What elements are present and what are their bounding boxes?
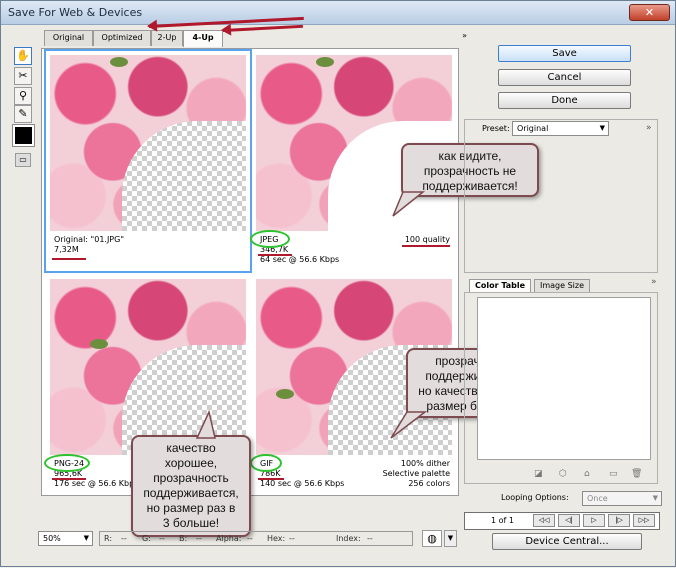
eyedropper-tool-icon[interactable]: ✎ — [14, 105, 32, 123]
panel-menu-icon[interactable]: » — [646, 123, 652, 133]
b-value: -- — [196, 534, 202, 543]
chevron-down-icon[interactable]: ▼ — [444, 530, 457, 547]
browser-preview-icon[interactable]: ◍ — [422, 530, 442, 547]
hand-tool-icon[interactable]: ✋ — [14, 47, 32, 65]
last-frame-button[interactable]: ▷▷ — [633, 514, 655, 527]
annotation-underline — [402, 245, 450, 247]
color-table-swatches[interactable] — [477, 297, 651, 460]
next-frame-button[interactable]: |▷ — [608, 514, 630, 527]
tab-color-table[interactable]: Color Table — [469, 279, 532, 293]
chevron-down-icon: ▼ — [652, 494, 658, 502]
pane-info-time: 64 sec @ 56.6 Kbps — [260, 255, 340, 264]
callout-tail — [195, 410, 216, 439]
index-label: Index: — [336, 534, 361, 543]
frame-counter: 1 of 1 — [491, 516, 514, 525]
callout-tail — [390, 411, 428, 439]
zoom-tool-icon[interactable]: ⚲ — [14, 87, 32, 105]
r-value: -- — [121, 534, 127, 543]
callout-png: качество хорошее, прозрачность поддержив… — [131, 435, 251, 537]
callout-line: 3 больше! — [162, 516, 220, 530]
close-button[interactable]: ✕ — [629, 4, 670, 21]
zoom-select[interactable]: 50% ▼ — [38, 531, 93, 546]
alpha-label: Alpha: — [216, 534, 242, 543]
new-color-icon[interactable]: ▭ — [609, 469, 618, 479]
previous-frame-button[interactable]: ◁| — [558, 514, 580, 527]
index-value: -- — [367, 534, 373, 543]
r-label: R: — [104, 534, 113, 543]
eyedropper-color-swatch[interactable] — [12, 124, 35, 147]
pane-info-dither: 100% dither — [400, 459, 450, 468]
pane-info-colors: 256 colors — [408, 479, 450, 488]
dialog-body: Original Optimized 2-Up 4-Up » ✋ ✂ ⚲ ✎ ▭… — [1, 16, 675, 568]
window-title: Save For Web & Devices — [8, 6, 143, 19]
chevron-down-icon: ▼ — [83, 534, 89, 542]
pane-info-line1: Original: "01.JPG" — [54, 235, 125, 244]
annotation-circle — [44, 454, 90, 472]
pane-info-time: 176 sec @ 56.6 Kbps — [54, 479, 139, 488]
save-button[interactable]: Save — [498, 45, 631, 62]
title-bar: Save For Web & Devices ✕ — [1, 1, 675, 25]
pane-info-size: 7,32M — [54, 245, 79, 254]
pane-info-palette: Selective palette — [382, 469, 450, 478]
trash-icon[interactable]: 🗑 — [631, 469, 642, 479]
tab-original[interactable]: Original — [44, 30, 93, 46]
chevron-down-icon: ▼ — [599, 124, 605, 132]
callout-tail — [392, 191, 426, 217]
callout-line: прозрачность — [153, 471, 229, 485]
cancel-button[interactable]: Cancel — [498, 69, 631, 86]
device-central-button[interactable]: Device Central... — [492, 533, 642, 550]
map-transparency-icon[interactable]: ◪ — [534, 469, 543, 479]
slice-select-tool-icon[interactable]: ✂ — [14, 67, 32, 85]
color-table-menu-icon[interactable]: » — [651, 277, 657, 287]
annotation-arrow — [222, 24, 303, 32]
looping-value: Once — [587, 494, 608, 503]
callout-line: но размер раз в — [146, 501, 236, 515]
g-label: G: — [142, 534, 151, 543]
annotation-circle — [250, 230, 290, 248]
zoom-value: 50% — [43, 534, 61, 543]
first-frame-button[interactable]: ◁◁ — [533, 514, 555, 527]
toggle-slices-icon[interactable]: ▭ — [15, 153, 31, 167]
web-shift-icon[interactable]: ⬡ — [559, 469, 567, 479]
transparency-checkerboard — [122, 121, 246, 231]
annotation-underline — [52, 258, 86, 260]
hex-label: Hex: — [267, 534, 286, 543]
pane-original[interactable]: Original: "01.JPG" 7,32M — [44, 49, 252, 273]
tab-image-size[interactable]: Image Size — [534, 279, 591, 293]
preset-label: Preset: — [482, 124, 510, 133]
callout-line: поддерживается, — [143, 486, 239, 500]
pane-info-time: 140 sec @ 56.6 Kbps — [260, 479, 345, 488]
play-button[interactable]: ▷ — [583, 514, 605, 527]
lock-color-icon[interactable]: ⌂ — [584, 469, 590, 479]
preset-value: Original — [517, 124, 549, 133]
g-value: -- — [159, 534, 165, 543]
looping-select[interactable]: Once ▼ — [582, 491, 662, 506]
alpha-value: -- — [247, 534, 253, 543]
tab-4-up[interactable]: 4-Up — [183, 30, 223, 47]
done-button[interactable]: Done — [498, 92, 631, 109]
callout-line: качество — [166, 441, 216, 455]
save-for-web-dialog: Save For Web & Devices ✕ Original Optimi… — [0, 0, 676, 567]
annotation-underline — [52, 478, 86, 480]
annotation-circle — [250, 454, 282, 472]
annotation-underline — [258, 254, 292, 256]
callout-line: хорошее, — [164, 456, 218, 470]
annotation-underline — [258, 478, 284, 480]
tab-scroll-icon[interactable]: » — [462, 31, 467, 40]
b-label: B: — [179, 534, 188, 543]
looping-options-label: Looping Options: — [501, 493, 569, 502]
preset-select[interactable]: Original ▼ — [512, 121, 609, 136]
tab-2-up[interactable]: 2-Up — [151, 30, 183, 46]
rose-image — [50, 55, 246, 231]
pane-info-quality: 100 quality — [404, 235, 450, 244]
optimization-settings-panel — [464, 119, 658, 273]
tab-optimized[interactable]: Optimized — [93, 30, 151, 46]
hex-value: -- — [289, 534, 295, 543]
